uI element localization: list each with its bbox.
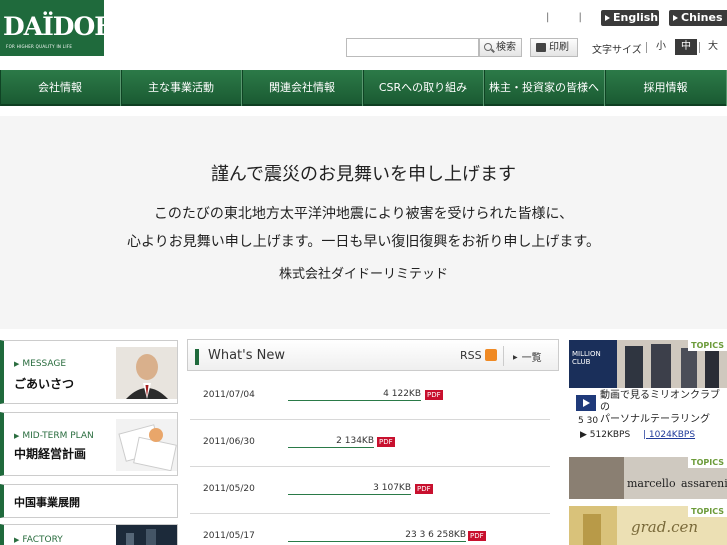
search-input[interactable] [346, 38, 479, 57]
font-size-label: 文字サイズ [592, 45, 642, 56]
nav-affiliates[interactable]: 関連会社情報 [242, 70, 363, 106]
banner-line-2: 心よりお見舞い申し上げます。一日も早い復旧復興をお祈り申し上げます。 [127, 234, 600, 250]
news-item: 2011/05/20 3 107KB PDF [190, 467, 550, 514]
factory-photo [116, 525, 177, 545]
logo-tagline: FOR HIGHER QUALITY IN LIFE [6, 44, 73, 49]
topics-badge: TOPICS [688, 506, 727, 517]
whats-new-header: What's New RSS 一覧 [187, 339, 559, 371]
message-eyebrow: MESSAGE [14, 359, 66, 369]
factory-eyebrow: FACTORY [14, 535, 62, 545]
video-1024kbps-link[interactable]: | 1024KBPS [643, 430, 695, 440]
graduate-banner[interactable]: grad.cen TOPICS [569, 506, 727, 545]
news-link[interactable]: 4 122KB [288, 389, 421, 401]
nav-csr[interactable]: CSRへの取り組み [363, 70, 484, 106]
nav-business[interactable]: 主な事業活動 [121, 70, 242, 106]
video-number: 5 30 [578, 416, 599, 426]
kbps-512-label: 512KBPS [589, 430, 631, 440]
plan-eyebrow: MID-TERM PLAN [14, 431, 93, 441]
news-date: 2011/06/30 [203, 437, 255, 447]
nav-company-info[interactable]: 会社情報 [0, 70, 121, 106]
news-item: 2011/05/17 23 3 6 258KB PDF [190, 514, 550, 545]
million-club-banner[interactable]: MILLION CLUB TOPICS [569, 340, 727, 388]
page: DAÏDOH FOR HIGHER QUALITY IN LIFE | | | … [0, 0, 727, 545]
search-icon [484, 43, 492, 51]
print-button-label: 印刷 [549, 42, 569, 53]
pdf-badge: PDF [415, 484, 433, 494]
marcello-sassareni-banner[interactable]: marcello assareni TOPICS [569, 457, 727, 499]
nav-recruit[interactable]: 採用情報 [605, 70, 727, 106]
marcello-logo-text: marcello [627, 477, 676, 490]
news-item: 2011/06/30 2 134KB PDF [190, 420, 550, 467]
font-size-small[interactable]: 小 [650, 39, 672, 55]
print-button[interactable]: 印刷 [530, 38, 578, 57]
president-photo [116, 347, 177, 399]
mid-term-plan-box[interactable]: MID-TERM PLAN 中期経営計画 [0, 412, 178, 476]
chinese-link[interactable]: Chines [669, 10, 727, 26]
chinese-label: Chines [681, 11, 723, 24]
search-button-label: 検索 [496, 42, 516, 53]
search-button[interactable]: 検索 [479, 38, 522, 57]
whats-new-title: What's New [208, 348, 285, 363]
video-512kbps-link[interactable]: ▶ 512KBPS [580, 430, 630, 440]
kbps-1024-label: 1024KBPS [648, 430, 696, 440]
pdf-badge: PDF [425, 390, 443, 400]
english-link[interactable]: English [601, 10, 659, 26]
company-logo[interactable]: DAÏDOH FOR HIGHER QUALITY IN LIFE [0, 0, 118, 56]
video-caption[interactable]: 動画で見るミリオンクラブの パーソナルテーラリング [600, 390, 727, 426]
play-video-icon[interactable] [576, 395, 596, 411]
news-link[interactable]: 2 134KB [288, 436, 374, 448]
million-club-logo: MILLION CLUB [569, 340, 617, 388]
china-title: 中国事業展開 [14, 496, 80, 509]
million-club-label: MILLION CLUB [572, 350, 601, 366]
topics-badge: TOPICS [688, 457, 727, 468]
pdf-badge: PDF [468, 531, 486, 541]
banner-heading: 謹んで震災のお見舞いを申し上げます [210, 164, 517, 185]
play-triangle-icon [583, 399, 590, 407]
news-date: 2011/07/04 [203, 390, 255, 400]
video-caption-line-2: パーソナルテーラリング [600, 414, 710, 425]
news-link[interactable]: 3 107KB [288, 483, 411, 495]
news-date: 2011/05/17 [203, 531, 255, 541]
graduate-logo-text: grad.cen [631, 518, 699, 536]
news-item: 2011/07/04 4 122KB PDF [190, 373, 550, 420]
news-list-link[interactable]: 一覧 [513, 349, 542, 364]
nav-investors[interactable]: 株主・投資家の皆様へ [484, 70, 605, 106]
logo-wordmark: DAÏDOH [3, 12, 118, 41]
topics-badge: TOPICS [688, 340, 727, 351]
news-link[interactable]: 23 3 6 258KB [288, 530, 466, 542]
plan-graphic [116, 419, 177, 471]
message-box[interactable]: MESSAGE ごあいさつ [0, 340, 178, 404]
section-marker [195, 349, 199, 365]
china-business-box[interactable]: 中国事業展開 [0, 484, 178, 518]
banner-signature: 株式会社ダイドーリミテッド [278, 267, 448, 282]
news-date: 2011/05/20 [203, 484, 255, 494]
arrow-right-icon [673, 15, 678, 21]
pdf-badge: PDF [377, 437, 395, 447]
font-size-large[interactable]: 大 [702, 39, 724, 55]
plan-title: 中期経営計画 [14, 447, 87, 461]
divider [699, 42, 700, 53]
message-title: ごあいさつ [14, 377, 75, 391]
factory-box[interactable]: FACTORY [0, 524, 178, 545]
condolence-banner: 謹んで震災のお見舞いを申し上げます このたびの東北地方太平洋沖地震により被害を受… [0, 116, 727, 329]
font-size-medium[interactable]: 中 [675, 39, 697, 55]
sassareni-logo-text: assareni [681, 477, 727, 490]
divider [646, 42, 647, 53]
global-nav: 会社情報 主な事業活動 関連会社情報 CSRへの取り組み 株主・投資家の皆様へ … [0, 70, 727, 106]
rss-icon[interactable] [485, 349, 497, 361]
rss-link[interactable]: RSS [460, 349, 482, 362]
video-caption-line-1: 動画で見るミリオンクラブの [600, 390, 720, 413]
printer-icon [536, 43, 546, 52]
banner-line-1: このたびの東北地方太平洋沖地震により被害を受けられた皆様に、 [153, 206, 574, 222]
arrow-right-icon [605, 15, 610, 21]
divider [503, 346, 504, 366]
english-label: English [613, 11, 659, 24]
